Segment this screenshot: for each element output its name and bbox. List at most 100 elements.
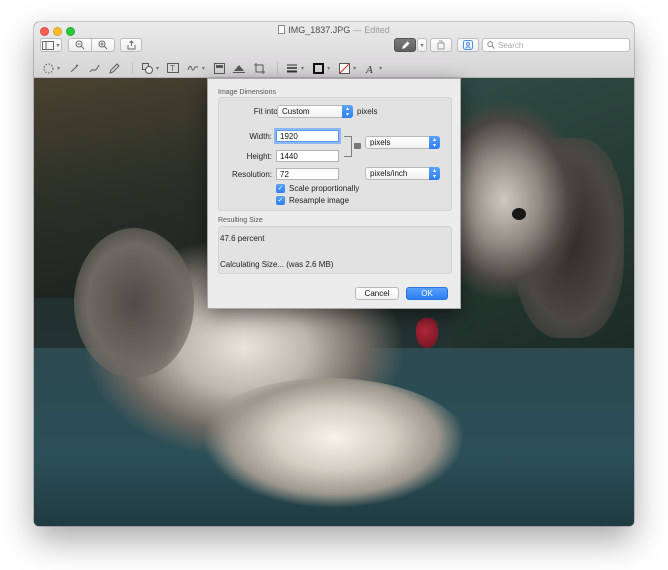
zoom-in-button[interactable] xyxy=(91,38,115,52)
checkmark-icon: ✓ xyxy=(276,184,285,193)
size-unit-select[interactable]: pixels ▴ ▾ xyxy=(365,136,440,149)
resample-image-checkbox[interactable]: ✓ Resample image xyxy=(276,196,349,205)
calculating-size-text: Calculating Size... (was 2.6 MB) xyxy=(220,260,334,269)
toolbar-divider xyxy=(277,62,279,74)
crop-icon xyxy=(253,62,265,74)
text-tool-button[interactable]: T xyxy=(165,60,181,76)
chevron-down-icon: ▾ xyxy=(301,65,305,72)
search-placeholder: Search xyxy=(498,40,524,50)
title-bar: IMG_1837.JPG — Edited ▾ ▾ Search ▾ ▾ T ▾… xyxy=(34,22,634,78)
resolution-field[interactable] xyxy=(276,168,339,180)
text-style-icon: A xyxy=(365,64,373,74)
sidebar-icon xyxy=(42,40,55,50)
zoom-out-icon xyxy=(75,40,85,50)
percent-text: 47.6 percent xyxy=(220,234,265,243)
proportion-bracket xyxy=(344,136,352,157)
popup-arrows-icon: ▴ ▾ xyxy=(429,136,440,149)
chevron-down-icon: ▾ xyxy=(202,65,206,72)
chevron-down-icon: ▾ xyxy=(57,65,61,72)
zoom-out-button[interactable] xyxy=(68,38,92,52)
dog-tail xyxy=(184,378,474,526)
chevron-down-icon: ▾ xyxy=(156,65,160,72)
search-input[interactable]: Search xyxy=(482,38,630,52)
adjust-color-button[interactable] xyxy=(211,60,227,76)
popup-arrows-icon: ▴ ▾ xyxy=(429,167,440,180)
chevron-down-icon: ▾ xyxy=(56,42,60,49)
instant-alpha-button[interactable] xyxy=(66,60,82,76)
triangle-size-icon xyxy=(233,65,246,73)
shapes-tool-button[interactable] xyxy=(139,60,155,76)
svg-text:A: A xyxy=(365,64,373,74)
adjust-size-dialog: Image Dimensions Fit into: Custom ▴ ▾ pix… xyxy=(207,78,461,309)
fit-into-label: Fit into: xyxy=(253,107,280,116)
fill-color-icon xyxy=(338,62,350,74)
filename: IMG_1837.JPG xyxy=(288,25,351,35)
edited-status: Edited xyxy=(364,25,390,35)
height-label: Height: xyxy=(246,152,272,161)
highlight-button[interactable] xyxy=(457,38,479,52)
toolbar-divider xyxy=(132,62,134,74)
search-icon xyxy=(487,41,495,49)
selection-tool-button[interactable] xyxy=(40,60,56,76)
width-field[interactable] xyxy=(276,130,339,142)
chevron-down-icon: ▾ xyxy=(353,65,357,72)
zoom-in-icon xyxy=(98,40,108,50)
text-box-icon: T xyxy=(167,63,180,73)
resolution-label: Resolution: xyxy=(231,170,272,179)
width-label: Width: xyxy=(249,132,272,141)
resample-image-label: Resample image xyxy=(289,196,350,205)
dog-collar-tag xyxy=(416,318,438,348)
sidebar-toggle-button[interactable]: ▾ xyxy=(40,38,62,52)
share-button[interactable] xyxy=(120,38,142,52)
sketch-tool-button[interactable] xyxy=(86,60,102,76)
chevron-down-icon: ▾ xyxy=(379,65,383,72)
sign-tool-button[interactable] xyxy=(185,60,201,76)
popup-arrows-icon: ▴ ▾ xyxy=(342,105,353,118)
share-icon xyxy=(127,40,135,50)
shapes-icon xyxy=(141,62,153,74)
markup-toolbar: ▾ ▾ T ▾ ▾ ▾ ▾ A ▾ xyxy=(34,58,634,78)
draw-tool-button[interactable] xyxy=(106,60,122,76)
window-title: IMG_1837.JPG — Edited xyxy=(34,25,634,35)
fit-into-value: Custom xyxy=(282,107,310,116)
ok-button[interactable]: OK xyxy=(406,287,448,300)
fill-color-button[interactable] xyxy=(336,60,352,76)
line-style-button[interactable] xyxy=(284,60,300,76)
markup-toolbar-button[interactable] xyxy=(394,38,416,52)
edited-separator: — xyxy=(352,25,362,35)
line-style-icon xyxy=(287,64,298,73)
image-dimensions-heading: Image Dimensions xyxy=(218,89,276,96)
scale-proportionally-label: Scale proportionally xyxy=(289,184,360,193)
scale-proportionally-checkbox[interactable]: ✓ Scale proportionally xyxy=(276,184,359,193)
document-icon xyxy=(278,25,286,34)
resolution-unit-select[interactable]: pixels/inch ▴ ▾ xyxy=(365,167,440,180)
markup-options-button[interactable]: ▾ xyxy=(417,38,427,52)
resolution-unit-value: pixels/inch xyxy=(370,169,408,178)
checkmark-icon: ✓ xyxy=(276,196,285,205)
dotted-circle-icon xyxy=(43,63,53,73)
chevron-down-icon: ▾ xyxy=(420,42,424,49)
svg-text:T: T xyxy=(170,64,175,73)
person-icon xyxy=(463,40,473,50)
border-color-icon xyxy=(312,62,324,74)
adjust-color-icon xyxy=(213,62,225,74)
cancel-button[interactable]: Cancel xyxy=(355,287,399,300)
fit-into-select[interactable]: Custom ▴ ▾ xyxy=(277,105,353,118)
text-style-button[interactable]: A xyxy=(362,60,378,76)
height-field[interactable] xyxy=(276,150,339,162)
lock-icon[interactable] xyxy=(354,143,361,149)
resulting-size-heading: Resulting Size xyxy=(218,217,263,224)
size-unit-value: pixels xyxy=(370,138,391,147)
chevron-down-icon: ▾ xyxy=(327,65,331,72)
sketch-icon xyxy=(89,64,99,72)
signature-icon xyxy=(187,65,199,71)
crop-button[interactable] xyxy=(251,60,267,76)
fit-into-unit-label: pixels xyxy=(357,107,378,116)
dog-fur-patch xyxy=(74,228,194,378)
pen-icon xyxy=(108,62,120,74)
rotate-button[interactable] xyxy=(430,38,452,52)
adjust-size-button[interactable] xyxy=(231,60,247,76)
border-color-button[interactable] xyxy=(310,60,326,76)
pen-tip-icon xyxy=(401,41,409,49)
rotate-icon xyxy=(437,40,445,50)
